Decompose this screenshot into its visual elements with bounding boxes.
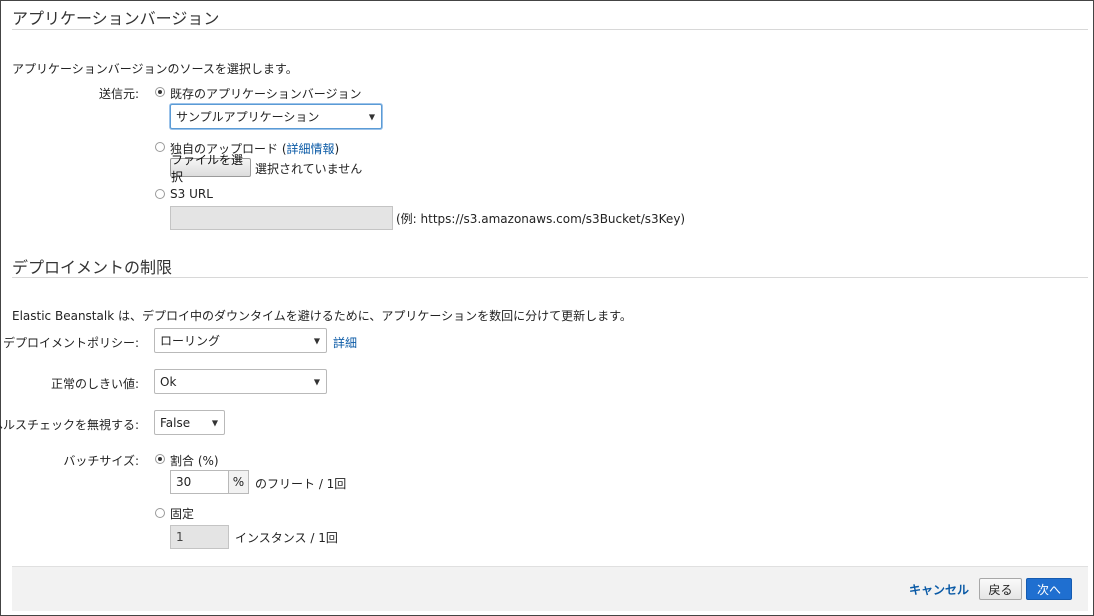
s3-url-input[interactable] (170, 206, 393, 230)
s3-url-example: (例: https://s3.amazonaws.com/s3Bucket/s3… (396, 212, 686, 226)
batch-size-label: バッチサイズ: (63, 454, 139, 468)
radio-batch-percentage[interactable] (155, 454, 165, 464)
ignore-health-check-label: ヘルスチェックを無視する: (0, 418, 139, 432)
own-upload-label-close: ) (334, 142, 340, 156)
existing-version-select-value: サンプルアプリケーション (176, 110, 320, 124)
source-label: 送信元: (98, 87, 139, 101)
batch-fixed-label: 固定 (170, 507, 195, 521)
next-button[interactable]: 次へ (1026, 578, 1072, 600)
source-description: アプリケーションバージョンのソースを選択します。 (12, 62, 298, 76)
existing-version-label: 既存のアプリケーションバージョン (170, 87, 362, 101)
deployment-policy-label: デプロイメントポリシー: (2, 336, 139, 350)
healthy-threshold-value: Ok (160, 374, 177, 389)
learn-more-link[interactable]: 詳細情報 (287, 142, 335, 156)
divider (12, 29, 1088, 30)
chevron-down-icon: ▼ (313, 377, 320, 386)
healthy-threshold-label: 正常のしきい値: (50, 377, 139, 391)
radio-batch-fixed[interactable] (155, 508, 165, 518)
batch-percentage-input[interactable]: 30 (170, 470, 229, 494)
batch-fixed-input[interactable]: 1 (170, 525, 229, 549)
section-title-deployment-limits: デプロイメントの制限 (12, 258, 173, 277)
existing-version-select[interactable]: サンプルアプリケーション ▼ (170, 104, 382, 129)
chevron-down-icon: ▼ (368, 112, 375, 121)
file-status: 選択されていません (255, 162, 363, 176)
cancel-button[interactable]: キャンセル (908, 578, 970, 600)
s3-url-label: S3 URL (170, 187, 213, 201)
chevron-down-icon: ▼ (313, 336, 320, 345)
radio-own-upload[interactable] (155, 142, 165, 152)
chevron-down-icon: ▼ (211, 418, 218, 427)
deployment-policy-details-link[interactable]: 詳細 (333, 334, 357, 351)
deployment-policy-value: ローリング (160, 334, 221, 348)
choose-file-button[interactable]: ファイルを選択 (170, 153, 251, 184)
healthy-threshold-select[interactable]: Ok ▼ (154, 369, 327, 394)
batch-percentage-label: 割合 (%) (170, 454, 219, 468)
section-title-application-version: アプリケーションバージョン (12, 9, 220, 28)
divider (12, 277, 1088, 278)
back-button[interactable]: 戻る (979, 578, 1022, 600)
radio-s3-url[interactable] (155, 189, 165, 199)
deployment-policy-select[interactable]: ローリング ▼ (154, 328, 327, 353)
radio-existing-version[interactable] (155, 87, 165, 97)
batch-percentage-suffix: のフリート / 1回 (255, 477, 347, 491)
ignore-health-check-select[interactable]: False ▼ (154, 410, 225, 435)
deployment-description: Elastic Beanstalk は、デプロイ中のダウンタイムを避けるために、… (12, 309, 632, 323)
ignore-health-check-value: False (160, 415, 191, 430)
batch-fixed-suffix: インスタンス / 1回 (235, 531, 338, 545)
percent-addon: % (229, 470, 249, 494)
